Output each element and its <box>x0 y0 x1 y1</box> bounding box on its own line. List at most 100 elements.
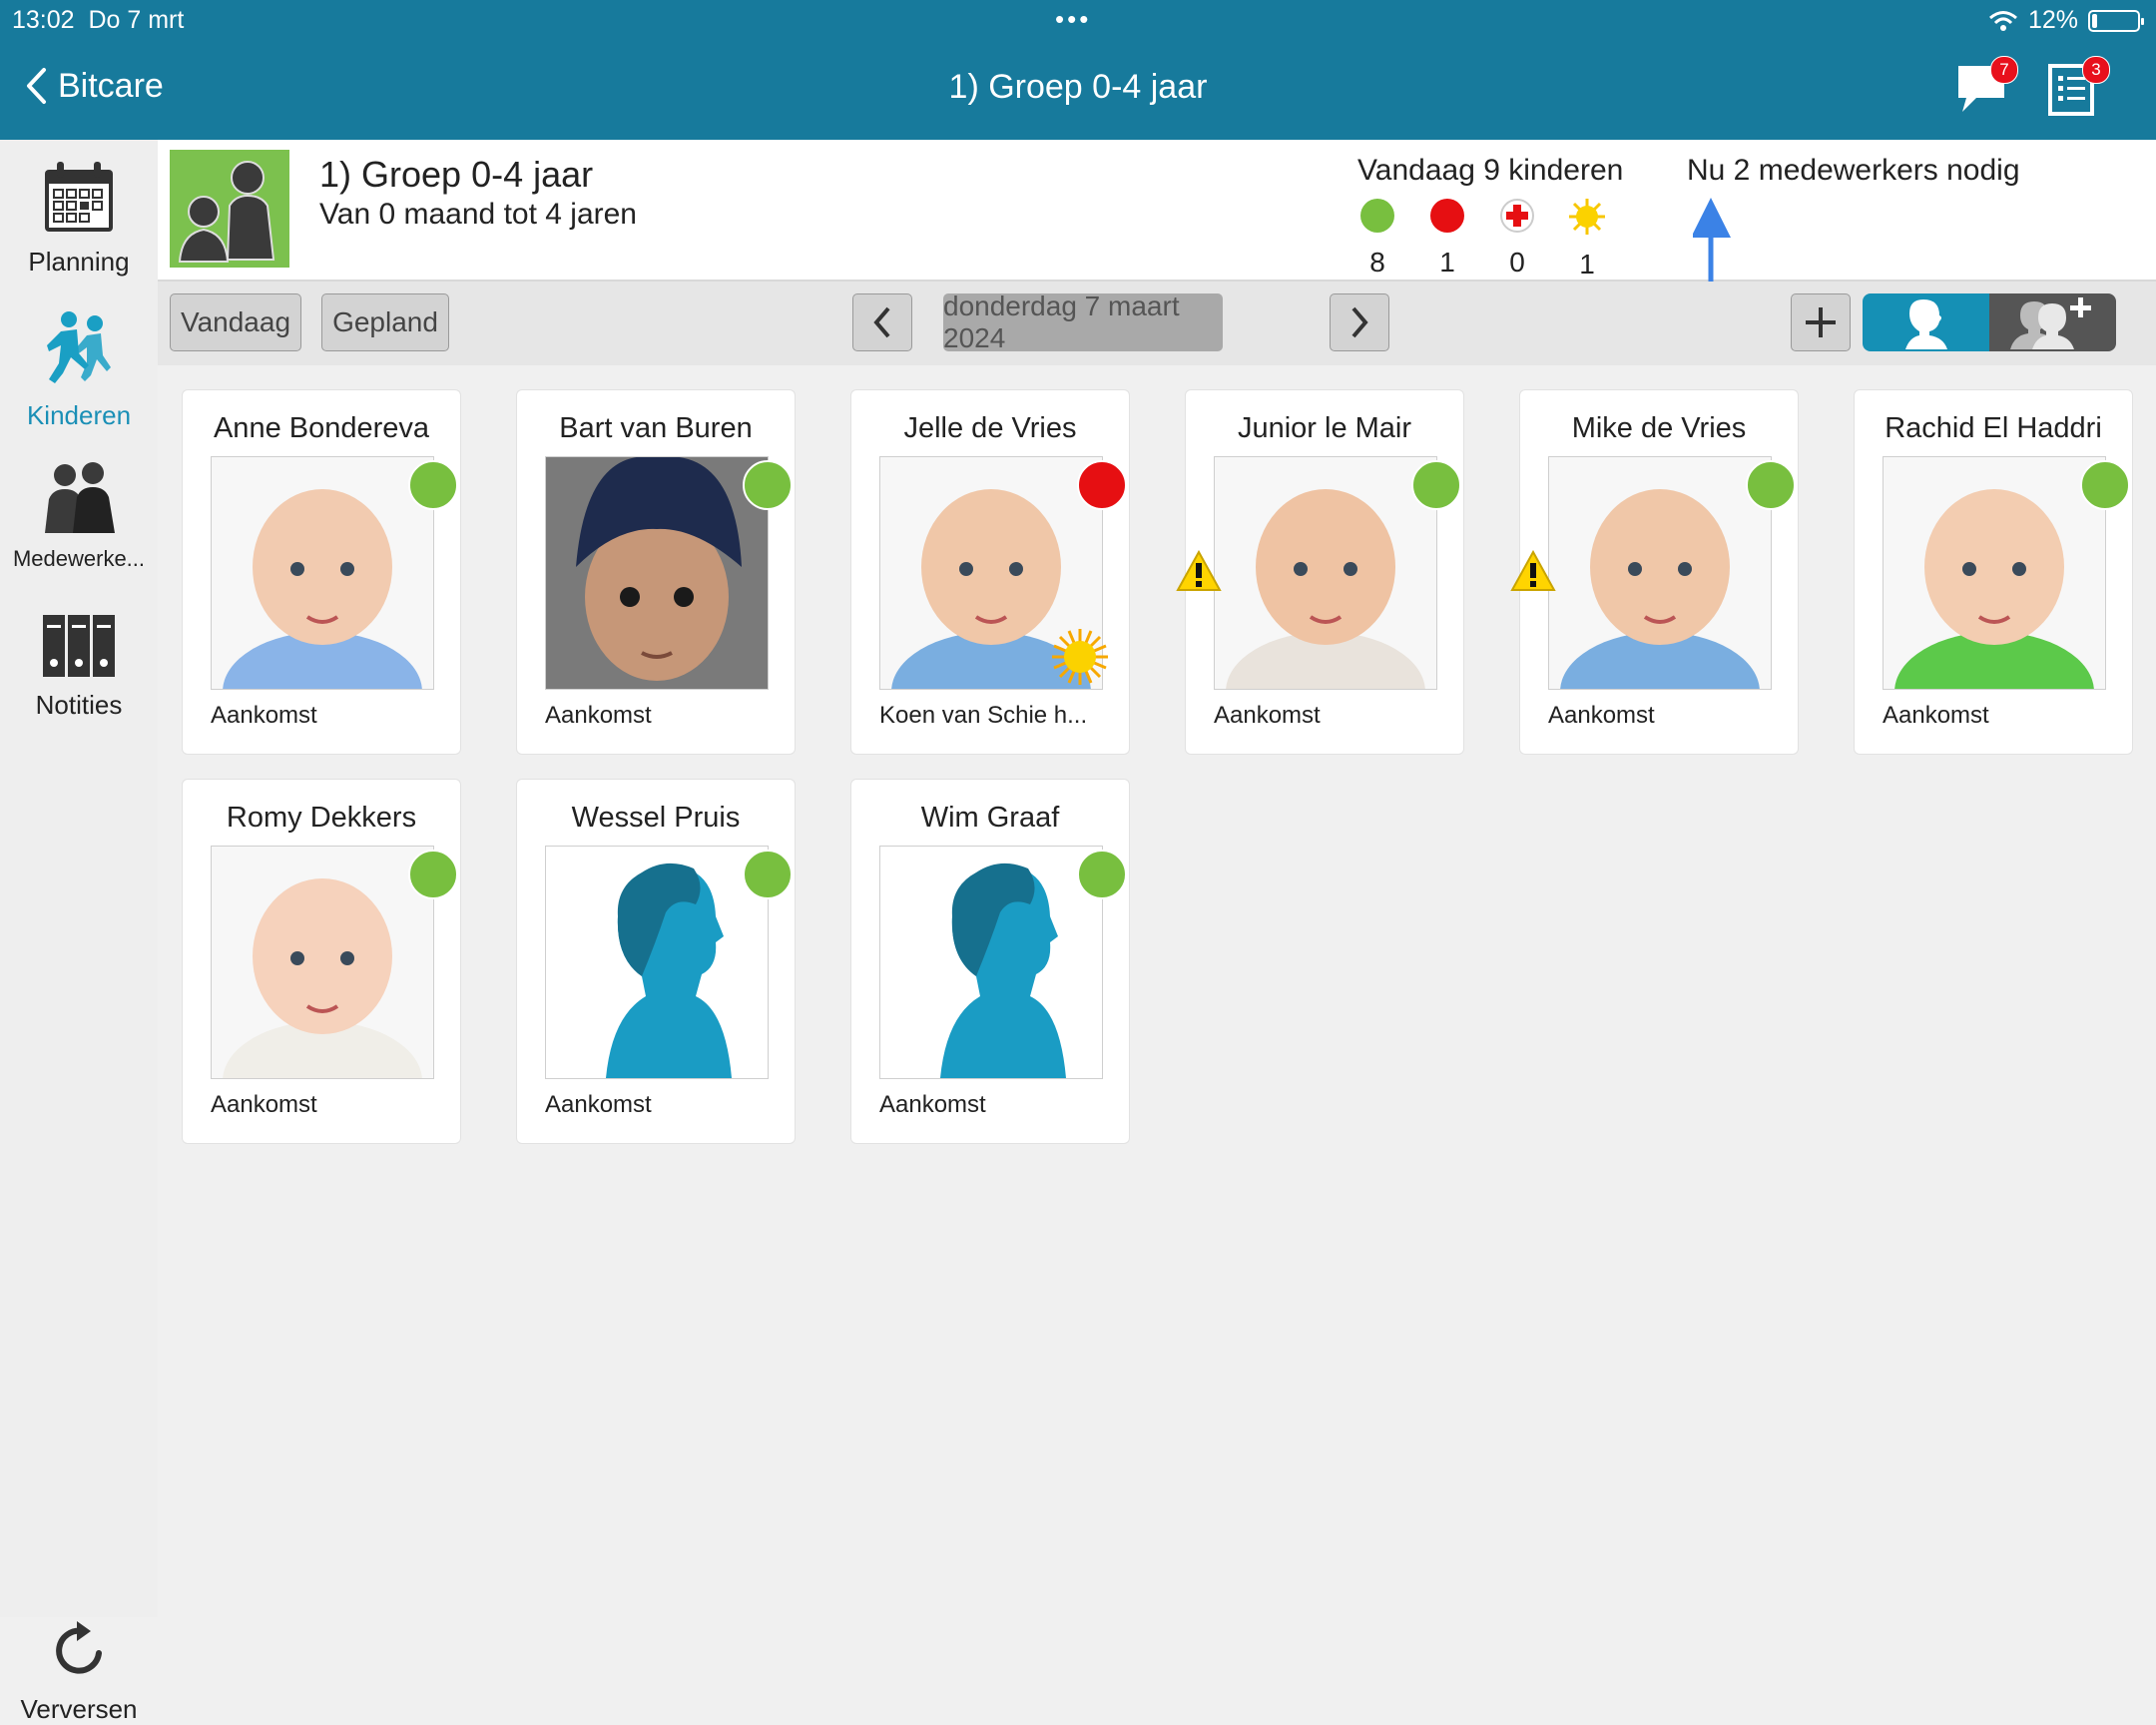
child-card[interactable]: Bart van Buren Aankomst <box>516 389 796 755</box>
messages-button[interactable]: 7 <box>1954 56 2018 118</box>
warning-icon <box>1510 550 1556 591</box>
multitasking-dots-icon[interactable]: ••• <box>1055 4 1091 35</box>
child-card[interactable]: Wim Graaf Aankomst <box>850 779 1130 1144</box>
child-photo-frame <box>211 456 434 690</box>
children-view-toggle[interactable] <box>1863 293 1989 351</box>
selected-date[interactable]: donderdag 7 maart 2024 <box>943 290 1223 353</box>
status-indicators: 12% <box>1988 6 2144 35</box>
chevron-right-icon <box>1351 306 1368 338</box>
staff-view-toggle[interactable] <box>1989 293 2116 351</box>
child-status: Aankomst <box>1883 702 1989 729</box>
child-status: Aankomst <box>545 702 652 729</box>
planned-button[interactable]: Gepland <box>321 293 449 351</box>
green-status-dot-icon <box>1746 460 1796 510</box>
wifi-icon <box>1988 10 2017 31</box>
child-name: Jelle de Vries <box>903 412 1077 444</box>
red-status-dot-icon <box>1077 460 1127 510</box>
child-photo-frame <box>1883 456 2106 690</box>
medical-cross-icon <box>1500 199 1534 233</box>
sun-icon <box>1052 629 1108 685</box>
child-photo <box>1884 457 2105 689</box>
silhouette-placeholder-icon <box>546 847 768 1078</box>
group-header: 1) Groep 0-4 jaar Van 0 maand tot 4 jare… <box>158 140 2156 282</box>
previous-day-button[interactable] <box>852 293 912 351</box>
child-name: Junior le Mair <box>1237 412 1412 444</box>
child-card[interactable]: Rachid El Haddri Aankomst <box>1854 389 2133 755</box>
child-profile-icon <box>1904 299 1947 349</box>
top-navigation-bar: 13:02 Do 7 mrt ••• 12% Bitcare 1) Groep … <box>0 0 2156 140</box>
children-running-icon <box>47 311 111 383</box>
stat-count: 0 <box>1509 247 1525 278</box>
green-dot-icon <box>1360 199 1394 233</box>
chevron-left-icon <box>873 306 890 338</box>
staff-silhouettes-icon <box>45 462 115 533</box>
sidebar-item-label: Kinderen <box>26 400 132 430</box>
child-photo <box>212 457 433 689</box>
child-name: Rachid El Haddri <box>1885 412 2102 444</box>
stat-present: 8 <box>1357 198 1397 279</box>
stat-holiday: 1 <box>1567 198 1607 281</box>
add-button[interactable] <box>1791 293 1851 351</box>
battery-percentage: 12% <box>2027 6 2078 34</box>
green-status-dot-icon <box>408 850 458 899</box>
stat-count: 1 <box>1439 247 1455 278</box>
child-photo-frame <box>211 846 434 1079</box>
plus-icon <box>1806 307 1836 337</box>
child-photo <box>546 457 768 689</box>
sidebar-item-notities[interactable]: Notities <box>0 611 158 721</box>
messages-badge: 7 <box>1990 56 2018 84</box>
staff-needed-text: Nu 2 medewerkers nodig <box>1687 154 2020 187</box>
green-status-dot-icon <box>1077 850 1127 899</box>
date-toolbar: Vandaag Gepland donderdag 7 maart 2024 <box>158 282 2156 365</box>
view-toggle <box>1863 293 2116 351</box>
green-status-dot-icon <box>1411 460 1461 510</box>
group-age-range: Van 0 maand tot 4 jaren <box>319 198 637 231</box>
child-card[interactable]: Anne Bondereva Aankomst <box>182 389 461 755</box>
calendar-icon <box>45 162 113 232</box>
child-card[interactable]: Junior le Mair Aankomst <box>1176 389 1464 755</box>
child-photo-frame <box>1548 456 1772 690</box>
child-card[interactable]: Mike de Vries Aankomst <box>1510 389 1799 755</box>
stat-count: 8 <box>1369 247 1385 278</box>
child-name: Mike de Vries <box>1571 412 1747 444</box>
child-card[interactable]: Wessel Pruis Aankomst <box>516 779 796 1144</box>
today-children-count: Vandaag 9 kinderen <box>1357 154 1624 187</box>
child-photo-frame <box>879 846 1103 1079</box>
green-status-dot-icon <box>2080 460 2130 510</box>
child-status: Aankomst <box>545 1091 652 1118</box>
sidebar-item-medewerkers[interactable]: Medewerke... <box>0 459 158 572</box>
child-name: Wessel Pruis <box>571 802 741 834</box>
silhouette-placeholder-icon <box>880 847 1102 1078</box>
sidebar-item-label: Medewerke... <box>12 546 146 571</box>
sidebar-item-label: Notities <box>35 690 123 720</box>
tasks-button[interactable]: 3 <box>2046 56 2110 118</box>
child-photo-frame <box>1214 456 1437 690</box>
next-day-button[interactable] <box>1330 293 1389 351</box>
child-status: Aankomst <box>879 1091 986 1118</box>
child-card[interactable]: Jelle de Vries Koen van Schie h... <box>850 389 1130 755</box>
child-status: Aankomst <box>1214 702 1321 729</box>
sidebar: Planning Kinderen Medewerke... Notities … <box>0 140 158 1724</box>
child-name: Wim Graaf <box>920 802 1060 834</box>
group-title: 1) Groep 0-4 jaar <box>319 154 594 195</box>
stat-absent: 1 <box>1427 198 1467 279</box>
stat-count: 1 <box>1579 249 1595 280</box>
battery-icon <box>2088 9 2144 32</box>
today-button[interactable]: Vandaag <box>170 293 301 351</box>
child-photo-frame <box>545 846 769 1079</box>
sidebar-item-kinderen[interactable]: Kinderen <box>0 309 158 431</box>
sidebar-item-planning[interactable]: Planning <box>0 160 158 278</box>
red-dot-icon <box>1430 199 1464 233</box>
child-photo-frame <box>545 456 769 690</box>
child-name: Anne Bondereva <box>213 412 430 444</box>
sun-icon <box>1569 199 1605 235</box>
tasks-badge: 3 <box>2082 56 2110 84</box>
status-time: 13:02 Do 7 mrt <box>12 6 185 34</box>
sidebar-item-label: Planning <box>28 247 130 277</box>
refresh-label: Verversen <box>20 1694 138 1724</box>
refresh-icon <box>56 1621 102 1674</box>
child-name: Bart van Buren <box>559 412 753 444</box>
refresh-button[interactable]: Verversen <box>0 1619 158 1725</box>
child-status: Aankomst <box>211 1091 317 1118</box>
child-card[interactable]: Romy Dekkers Aankomst <box>182 779 461 1144</box>
